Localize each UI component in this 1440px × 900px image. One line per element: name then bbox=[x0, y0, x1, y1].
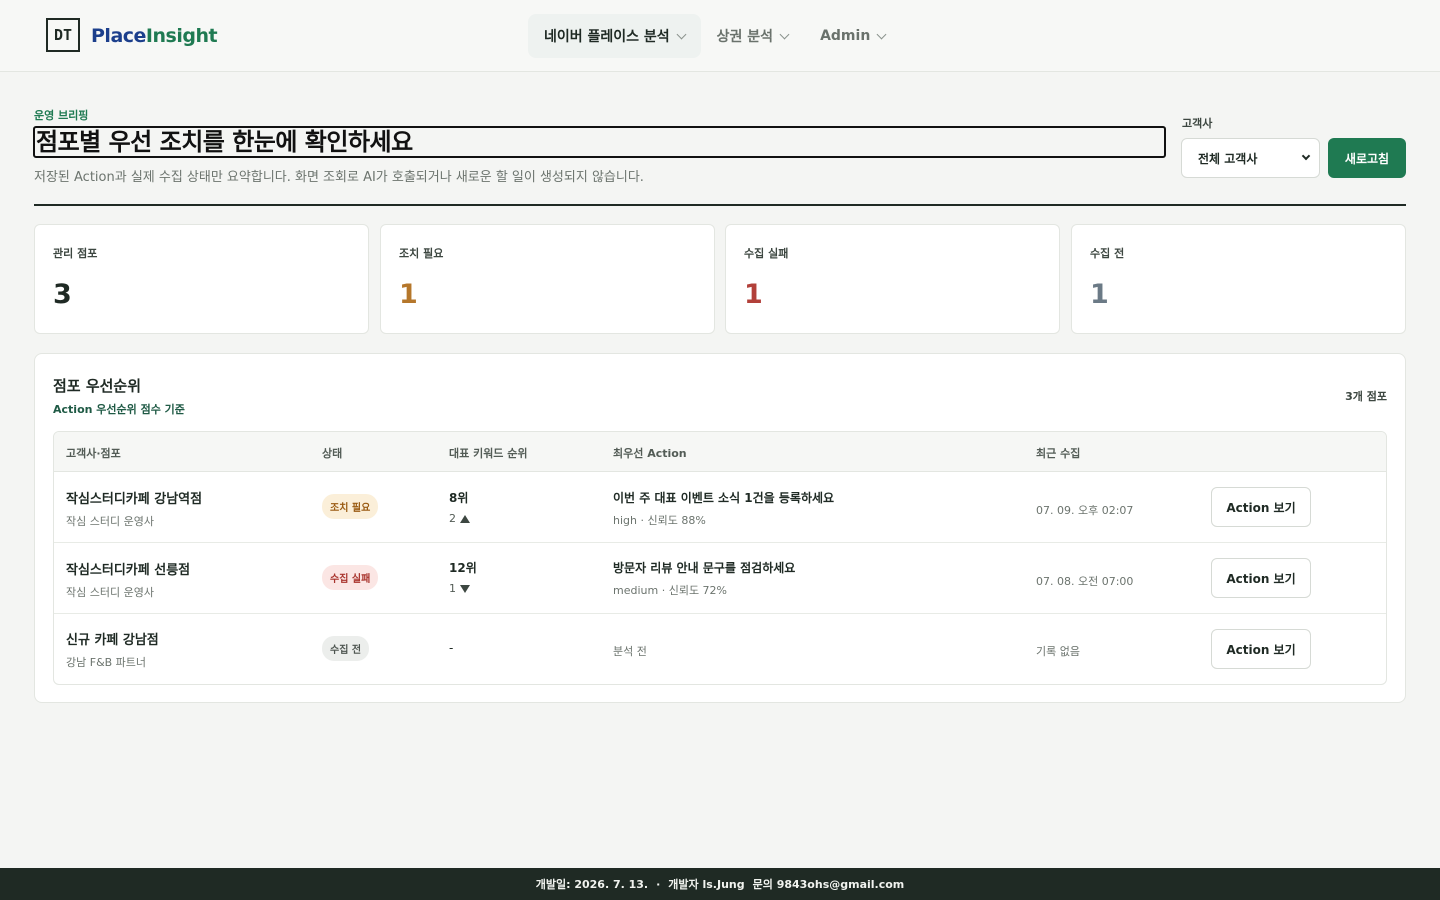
view-action-button[interactable]: Action 보기 bbox=[1211, 487, 1311, 527]
column-header-keyword-rank: 대표 키워드 순위 bbox=[449, 447, 528, 460]
nav-item-commercial-analysis[interactable]: 상권 분석 bbox=[701, 14, 804, 58]
panel-subtitle: Action 우선순위 점수 기준 bbox=[53, 403, 185, 416]
column-header-top-action: 최우선 Action bbox=[613, 447, 687, 460]
section-divider bbox=[34, 204, 1406, 206]
brand-logo-icon[interactable]: DT bbox=[46, 18, 80, 52]
chevron-down-icon bbox=[779, 29, 790, 39]
client-filter-value: 전체 고객사 bbox=[1198, 151, 1258, 166]
store-name: 신규 카페 강남점 bbox=[66, 633, 159, 648]
rank-up-icon bbox=[460, 514, 470, 523]
chevron-down-icon bbox=[676, 29, 687, 39]
store-cell: 작심스터디카페 선릉점 작심 스터디 운영사 bbox=[66, 559, 190, 600]
action-cell-button: Action 보기 bbox=[1211, 558, 1311, 598]
column-header-store: 고객사·점포 bbox=[66, 447, 121, 460]
action-title: 이번 주 대표 이벤트 소식 1건을 등록하세요 bbox=[613, 491, 835, 505]
client-filter-select[interactable]: 전체 고객사 bbox=[1181, 138, 1320, 178]
main-nav: 네이버 플레이스 분석 상권 분석 Admin bbox=[528, 14, 901, 58]
keyword-rank: 12위 bbox=[449, 561, 477, 575]
action-title: 방문자 리뷰 안내 문구를 점검하세요 bbox=[613, 561, 796, 575]
section-eyebrow: 운영 브리핑 bbox=[34, 109, 89, 122]
stat-label: 조치 필요 bbox=[399, 247, 444, 260]
stat-card-not-collected: 수집 전 1 bbox=[1071, 224, 1406, 334]
keyword-rank: - bbox=[449, 641, 454, 655]
view-action-button[interactable]: Action 보기 bbox=[1211, 629, 1311, 669]
store-cell: 신규 카페 강남점 강남 F&B 파트너 bbox=[66, 629, 159, 670]
stat-value: 1 bbox=[744, 279, 763, 310]
refresh-button[interactable]: 새로고침 bbox=[1328, 138, 1406, 178]
footer-contact[interactable]: 문의 9843ohs@gmail.com bbox=[753, 876, 905, 892]
brand-name-part2: Insight bbox=[145, 25, 218, 47]
status-badge: 조치 필요 bbox=[322, 494, 379, 519]
store-cell: 작심스터디카페 강남역점 작심 스터디 운영사 bbox=[66, 488, 202, 529]
last-collected: 07. 08. 오전 07:00 bbox=[1036, 575, 1134, 588]
column-header-status: 상태 bbox=[322, 447, 343, 460]
rank-change: 2 bbox=[449, 512, 470, 525]
last-collected: 기록 없음 bbox=[1036, 645, 1080, 658]
chevron-down-icon bbox=[876, 29, 887, 39]
rank-change: 1 bbox=[449, 582, 477, 595]
status-cell: 수집 전 bbox=[322, 636, 370, 661]
nav-item-naver-place-analysis[interactable]: 네이버 플레이스 분석 bbox=[528, 14, 701, 58]
stat-value: 3 bbox=[53, 279, 72, 310]
table-row: 작심스터디카페 강남역점 작심 스터디 운영사 조치 필요 8위 2 이번 주 … bbox=[54, 472, 1386, 543]
top-navigation-bar: DT PlaceInsight 네이버 플레이스 분석 상권 분석 Admin bbox=[0, 0, 1440, 72]
client-name: 작심 스터디 운영사 bbox=[66, 586, 154, 599]
store-name: 작심스터디카페 강남역점 bbox=[66, 492, 203, 507]
nav-item-admin[interactable]: Admin bbox=[804, 14, 901, 58]
footer-developer: 개발자 ls.Jung bbox=[668, 878, 745, 891]
panel-title: 점포 우선순위 bbox=[53, 377, 142, 395]
rank-down-icon bbox=[460, 584, 470, 593]
last-collected: 07. 09. 오후 02:07 bbox=[1036, 504, 1134, 517]
page-footer: 개발일: 2026. 7. 13. · 개발자 ls.Jung 문의 9843o… bbox=[0, 868, 1440, 900]
action-cell: 이번 주 대표 이벤트 소식 1건을 등록하세요 high · 신뢰도 88% bbox=[613, 489, 834, 528]
keyword-rank: 8위 bbox=[449, 491, 469, 505]
status-cell: 조치 필요 bbox=[322, 494, 379, 519]
nav-item-label: 상권 분석 bbox=[716, 29, 774, 45]
rank-change-value: 1 bbox=[449, 582, 456, 595]
table-row: 작심스터디카페 선릉점 작심 스터디 운영사 수집 실패 12위 1 방문자 리… bbox=[54, 543, 1386, 614]
stat-card-collection-failed: 수집 실패 1 bbox=[725, 224, 1060, 334]
client-filter-label: 고객사 bbox=[1182, 117, 1213, 130]
table-row: 신규 카페 강남점 강남 F&B 파트너 수집 전 - 분석 전 기록 없음 A… bbox=[54, 614, 1386, 684]
chevron-down-icon bbox=[1301, 151, 1311, 161]
stat-label: 관리 점포 bbox=[53, 247, 98, 260]
action-cell: 방문자 리뷰 안내 문구를 점검하세요 medium · 신뢰도 72% bbox=[613, 559, 795, 598]
footer-dev-date: 개발일: 2026. 7. 13. bbox=[535, 878, 649, 891]
footer-separator: · bbox=[656, 877, 661, 891]
page-title: 점포별 우선 조치를 한눈에 확인하세요 bbox=[33, 126, 1166, 158]
store-name: 작심스터디카페 선릉점 bbox=[66, 563, 191, 578]
rank-change-value: 2 bbox=[449, 512, 456, 525]
client-name: 강남 F&B 파트너 bbox=[66, 656, 147, 669]
store-count: 3개 점포 bbox=[1345, 390, 1387, 403]
store-priority-table: 고객사·점포 상태 대표 키워드 순위 최우선 Action 최근 수집 작심스… bbox=[53, 431, 1387, 685]
brand-logo-mark: DT bbox=[53, 26, 73, 44]
action-meta: 분석 전 bbox=[613, 645, 647, 658]
view-action-button[interactable]: Action 보기 bbox=[1211, 558, 1311, 598]
status-badge: 수집 전 bbox=[322, 636, 370, 661]
action-cell-button: Action 보기 bbox=[1211, 629, 1311, 669]
brand-name-part1: Place bbox=[91, 25, 146, 47]
stat-card-managed-stores: 관리 점포 3 bbox=[34, 224, 369, 334]
nav-item-label: Admin bbox=[820, 28, 871, 44]
page-subtitle: 저장된 Action과 실제 수집 상태만 요약합니다. 화면 조회로 AI가 … bbox=[34, 170, 644, 185]
status-cell: 수집 실패 bbox=[322, 565, 379, 590]
stat-label: 수집 실패 bbox=[744, 247, 789, 260]
status-badge: 수집 실패 bbox=[322, 565, 379, 590]
stat-value: 1 bbox=[399, 279, 418, 310]
stat-card-action-needed: 조치 필요 1 bbox=[380, 224, 715, 334]
table-header: 고객사·점포 상태 대표 키워드 순위 최우선 Action 최근 수집 bbox=[54, 432, 1386, 472]
nav-item-label: 네이버 플레이스 분석 bbox=[544, 29, 670, 45]
rank-cell: 8위 2 bbox=[449, 489, 470, 525]
stat-value: 1 bbox=[1090, 279, 1109, 310]
rank-cell: 12위 1 bbox=[449, 559, 477, 595]
brand-name[interactable]: PlaceInsight bbox=[91, 25, 218, 47]
action-cell-button: Action 보기 bbox=[1211, 487, 1311, 527]
action-meta: medium · 신뢰도 72% bbox=[613, 584, 728, 597]
stat-label: 수집 전 bbox=[1090, 247, 1125, 260]
column-header-last-collected: 최근 수집 bbox=[1036, 447, 1081, 460]
store-priority-panel: 점포 우선순위 Action 우선순위 점수 기준 3개 점포 고객사·점포 상… bbox=[34, 353, 1406, 703]
action-meta: high · 신뢰도 88% bbox=[613, 514, 706, 527]
client-name: 작심 스터디 운영사 bbox=[66, 515, 154, 528]
